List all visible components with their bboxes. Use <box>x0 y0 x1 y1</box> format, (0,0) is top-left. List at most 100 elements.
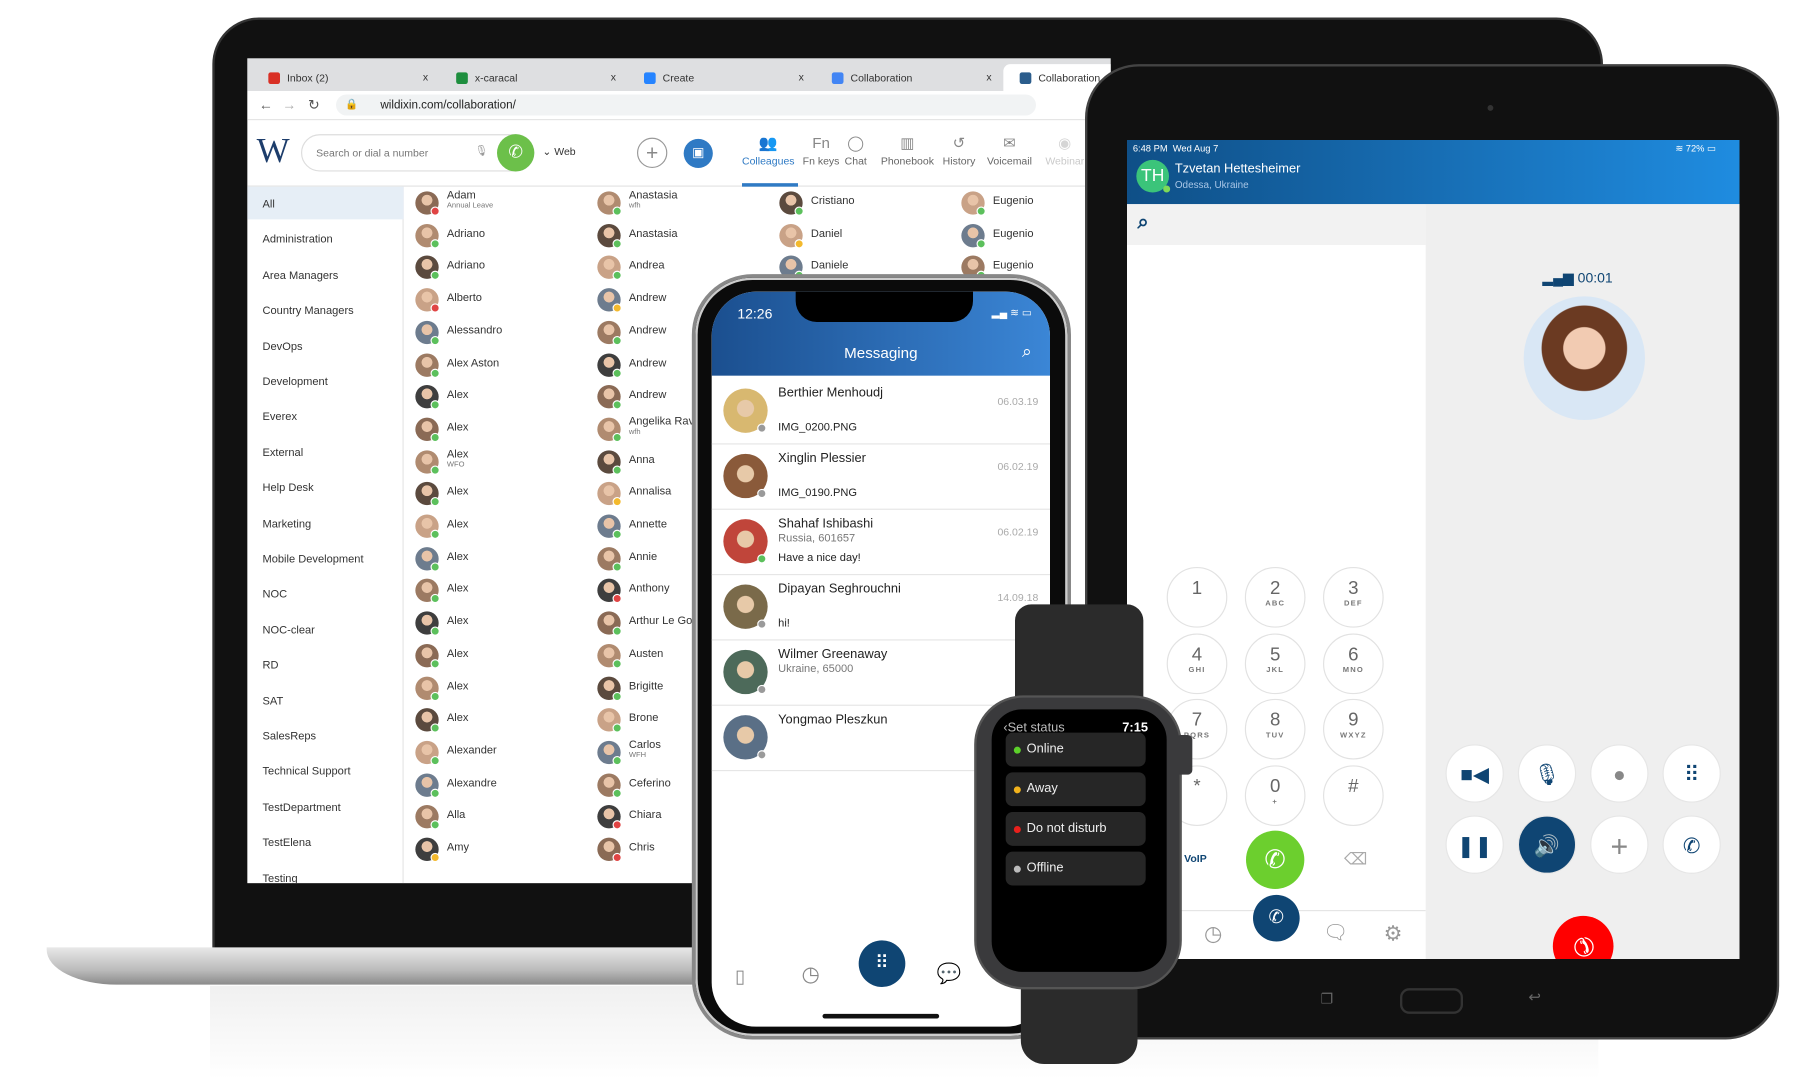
message-thread[interactable]: Xinglin Plessier IMG_0190.PNG 06.02.19 <box>711 445 1051 510</box>
microphone-icon[interactable]: 🎙 <box>475 145 488 158</box>
sidebar-group-item[interactable]: External <box>247 435 403 468</box>
browser-tab[interactable]: Collaboration x <box>816 64 999 91</box>
contact-item[interactable]: Alex <box>415 676 590 706</box>
sidebar-group-item[interactable]: SalesReps <box>247 719 403 752</box>
contact-item[interactable]: Alex <box>415 708 590 738</box>
add-button[interactable]: + <box>637 137 668 169</box>
back-icon[interactable]: ← <box>259 97 273 113</box>
home-button[interactable] <box>1400 988 1464 1014</box>
contact-item[interactable]: Alla <box>415 805 590 835</box>
recent-apps-icon[interactable]: ❐ <box>1321 991 1334 1007</box>
keypad-key[interactable]: 3 DEF <box>1323 567 1384 628</box>
contact-item[interactable]: Amy <box>415 837 590 868</box>
contact-item[interactable]: Alexandre <box>415 773 590 803</box>
contact-item[interactable]: Alberto <box>415 288 590 318</box>
sidebar-group-item[interactable]: Help Desk <box>247 470 403 503</box>
mode-select[interactable]: ⌄ Web <box>543 146 576 159</box>
status-option[interactable]: Online <box>1005 732 1146 767</box>
browser-tab[interactable]: Create x <box>628 64 811 91</box>
phonebook-icon[interactable]: ▯ <box>735 965 745 988</box>
nav-tab-phonebook[interactable]: ▥ Phonebook <box>881 134 934 167</box>
sidebar-group-item[interactable]: DevOps <box>247 329 403 362</box>
contact-item[interactable]: Alex <box>415 514 590 545</box>
keypad-key[interactable]: 9 WXYZ <box>1323 698 1384 760</box>
contact-item[interactable]: Adriano <box>415 223 590 254</box>
hold-pause-button[interactable]: ❚❚ <box>1445 815 1504 874</box>
screen-share-button[interactable]: ▣ <box>683 138 713 169</box>
keypad-key[interactable]: 5 JKL <box>1244 632 1306 694</box>
watch-crown[interactable] <box>1176 735 1193 775</box>
contact-item[interactable]: Alex <box>415 546 590 577</box>
reload-icon[interactable]: ↻ <box>308 97 320 113</box>
nav-tab-colleagues[interactable]: 👥 Colleagues <box>742 134 795 167</box>
sidebar-group-item[interactable]: NOC-clear <box>247 612 403 645</box>
mute-microphone-button[interactable]: 🎙 <box>1517 744 1577 803</box>
sidebar-group-item[interactable]: Technical Support <box>247 754 403 787</box>
message-thread[interactable]: Berthier Menhoudj IMG_0200.PNG 06.03.19 <box>711 379 1051 445</box>
contact-item[interactable]: Alex <box>415 579 590 609</box>
contact-item[interactable]: Alex WFO <box>415 448 590 480</box>
voip-label[interactable]: VoIP <box>1184 853 1207 865</box>
contact-item[interactable]: Anastasia <box>597 223 772 254</box>
browser-tab[interactable]: Inbox (2) x <box>252 64 435 91</box>
tab-close-icon[interactable]: x <box>986 71 991 83</box>
tab-close-icon[interactable]: x <box>423 71 428 83</box>
sidebar-group-item[interactable]: All <box>247 186 404 220</box>
dialpad-button[interactable]: ⠿ <box>858 940 906 988</box>
video-camera-button[interactable]: ■◀ <box>1445 744 1504 803</box>
contact-item[interactable]: Alessandro <box>415 320 590 351</box>
status-option[interactable]: Do not disturb <box>1005 812 1146 846</box>
browser-tab[interactable]: x-caracal x <box>440 64 623 91</box>
nav-tab-chat[interactable]: ◯ Chat <box>845 134 867 167</box>
keypad-key[interactable]: 1 <box>1166 567 1228 628</box>
status-option[interactable]: Away <box>1005 772 1146 807</box>
transfer-call-button[interactable]: ✆ <box>1662 815 1721 874</box>
keypad-key[interactable]: 8 TUV <box>1244 698 1306 760</box>
message-thread[interactable]: Dipayan Seghrouchni hi! 14.09.18 <box>711 575 1051 641</box>
keypad-key[interactable]: 4 GHI <box>1166 632 1228 694</box>
hangup-button[interactable]: ✆ <box>1540 903 1627 960</box>
sidebar-group-item[interactable]: Area Managers <box>247 258 403 291</box>
sidebar-group-item[interactable]: RD <box>247 648 403 681</box>
history-icon[interactable]: ◷ <box>802 963 820 988</box>
contact-item[interactable]: Adam Annual Leave <box>415 189 590 221</box>
contact-item[interactable]: Alex <box>415 417 590 448</box>
search-icon[interactable]: ⌕ <box>1138 211 1149 234</box>
phone-tab-button[interactable]: ✆ <box>1253 894 1300 942</box>
sidebar-group-item[interactable]: TestDepartment <box>247 790 403 823</box>
contact-item[interactable]: Alex <box>415 385 590 415</box>
backspace-icon[interactable]: ⌫ <box>1344 849 1367 869</box>
tablet-search-bar[interactable]: ⌕ <box>1127 204 1426 246</box>
contact-item[interactable]: Alex <box>415 611 590 641</box>
contact-item[interactable]: Daniel <box>779 223 954 254</box>
sidebar-group-item[interactable]: SAT <box>247 683 403 716</box>
sidebar-group-item[interactable]: Everex <box>247 399 403 432</box>
status-option[interactable]: Offline <box>1005 851 1146 886</box>
chat-icon[interactable]: 🗨 <box>1323 922 1348 945</box>
sidebar-group-item[interactable]: Country Managers <box>247 293 403 326</box>
sidebar-group-item[interactable]: Administration <box>247 222 403 255</box>
contact-item[interactable]: Cristiano <box>779 191 954 221</box>
contact-item[interactable]: Adriano <box>415 255 590 286</box>
dial-call-button[interactable]: ✆ <box>1246 830 1305 890</box>
call-button[interactable]: ✆ <box>497 134 535 172</box>
contact-item[interactable]: Alex <box>415 643 590 674</box>
sidebar-group-item[interactable]: Mobile Development <box>247 541 403 574</box>
history-icon[interactable]: ◷ <box>1204 922 1222 947</box>
contact-item[interactable]: Alexander <box>415 740 590 771</box>
back-nav-icon[interactable]: ↩ <box>1528 988 1541 1007</box>
keypad-key[interactable]: 0 + <box>1244 764 1306 826</box>
contact-item[interactable]: Alex Aston <box>415 352 590 383</box>
dialpad-button[interactable]: ⠿ <box>1662 744 1721 803</box>
tab-close-icon[interactable]: x <box>611 71 616 83</box>
sidebar-group-item[interactable]: Testing <box>247 861 403 883</box>
nav-tab-fn-keys[interactable]: Fn Fn keys <box>803 134 840 167</box>
nav-tab-webinar[interactable]: ◉ Webinar <box>1045 134 1084 167</box>
settings-icon[interactable]: ⚙ <box>1384 922 1403 947</box>
speaker-button[interactable]: 🔊 <box>1517 815 1577 874</box>
message-thread[interactable]: Shahaf Ishibashi Russia, 601657 Have a nic… <box>711 510 1051 576</box>
search-icon[interactable]: ⌕ <box>1022 342 1032 362</box>
forward-icon[interactable]: → <box>282 97 296 113</box>
nav-tab-voicemail[interactable]: ✉ Voicemail <box>987 134 1032 167</box>
contact-item[interactable]: Alex <box>415 482 590 512</box>
